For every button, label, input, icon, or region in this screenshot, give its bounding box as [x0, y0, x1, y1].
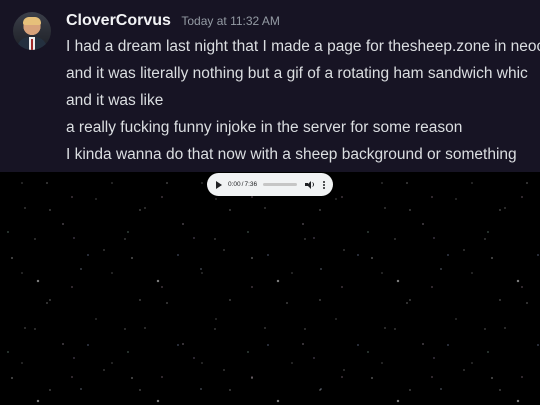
- message-line: and it was like: [66, 92, 164, 109]
- progress-slider[interactable]: [263, 183, 298, 186]
- play-icon[interactable]: [216, 180, 222, 189]
- audio-player[interactable]: 0:00/7:36: [207, 173, 333, 196]
- time-display: 0:00/7:36: [228, 181, 257, 188]
- message-header: CloverCorvus Today at 11:32 AM: [66, 12, 280, 30]
- username[interactable]: CloverCorvus: [66, 12, 171, 29]
- message-line: I kinda wanna do that now with a sheep b…: [66, 146, 517, 163]
- user-avatar[interactable]: [13, 12, 51, 50]
- avatar-hair: [23, 17, 41, 25]
- message-content: I had a dream last night that I made a p…: [66, 33, 540, 168]
- chat-message: CloverCorvus Today at 11:32 AM I had a d…: [0, 0, 540, 172]
- current-time: 0:00: [228, 181, 241, 188]
- message-line: a really fucking funny injoke in the ser…: [66, 119, 463, 136]
- duration: 7:36: [244, 181, 258, 188]
- volume-icon[interactable]: [305, 180, 315, 189]
- more-options-icon[interactable]: [323, 180, 325, 189]
- message-line: I had a dream last night that I made a p…: [66, 38, 540, 55]
- avatar-tie: [31, 39, 33, 50]
- message-timestamp[interactable]: Today at 11:32 AM: [181, 14, 280, 28]
- message-line: and it was literally nothing but a gif o…: [66, 65, 528, 82]
